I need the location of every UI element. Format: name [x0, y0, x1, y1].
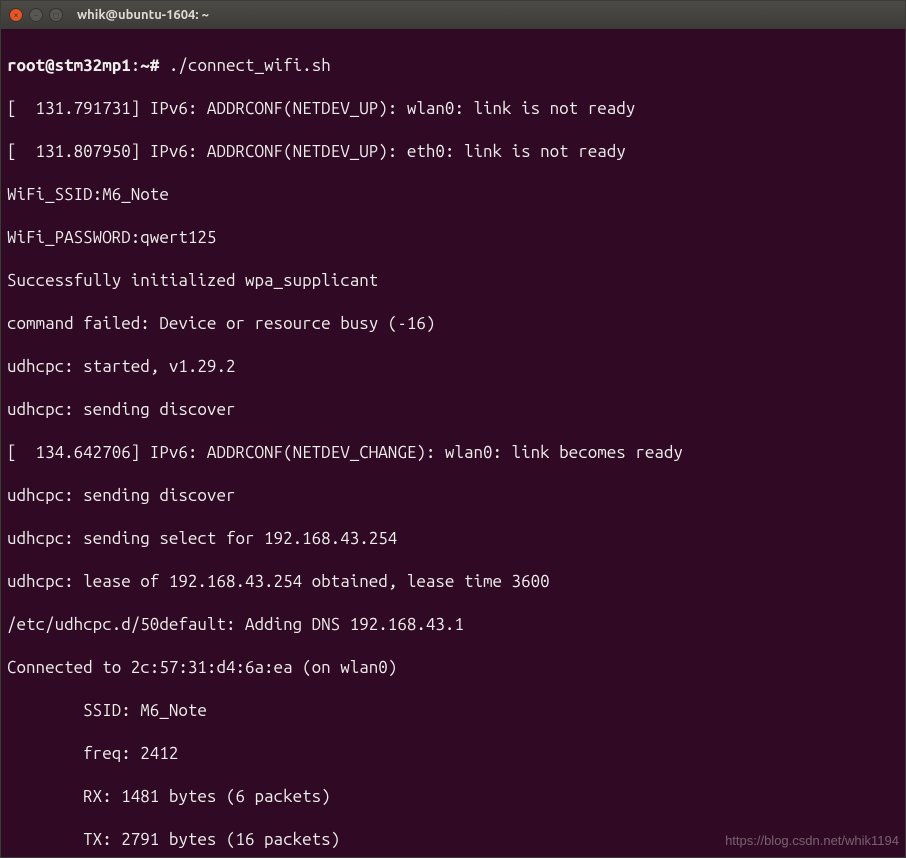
output-line: command failed: Device or resource busy …: [7, 313, 899, 335]
window-title: whik@ubuntu-1604: ~: [77, 8, 209, 22]
minimize-button[interactable]: –: [29, 8, 43, 22]
terminal-window: × – ▢ whik@ubuntu-1604: ~ root@stm32mp1:…: [0, 0, 906, 858]
maximize-button[interactable]: ▢: [49, 8, 63, 22]
output-line: Connected to 2c:57:31:d4:6a:ea (on wlan0…: [7, 657, 899, 679]
output-line: udhcpc: started, v1.29.2: [7, 356, 899, 378]
close-button[interactable]: ×: [9, 8, 23, 22]
output-line: /etc/udhcpc.d/50default: Adding DNS 192.…: [7, 614, 899, 636]
prompt-symbol: #: [150, 56, 160, 75]
output-line: udhcpc: sending discover: [7, 399, 899, 421]
window-buttons: × – ▢: [9, 8, 63, 22]
watermark: https://blog.csdn.net/whik1194: [725, 830, 899, 852]
output-line: WiFi_PASSWORD:qwert125: [7, 227, 899, 249]
output-line: SSID: M6_Note: [7, 700, 899, 722]
titlebar[interactable]: × – ▢ whik@ubuntu-1604: ~: [1, 1, 905, 29]
output-line: RX: 1481 bytes (6 packets): [7, 786, 899, 808]
output-line: [ 131.791731] IPv6: ADDRCONF(NETDEV_UP):…: [7, 98, 899, 120]
output-line: WiFi_SSID:M6_Note: [7, 184, 899, 206]
terminal-body[interactable]: root@stm32mp1:~# ./connect_wifi.sh [ 131…: [1, 29, 905, 857]
output-line: freq: 2412: [7, 743, 899, 765]
prompt-line: root@stm32mp1:~# ./connect_wifi.sh: [7, 55, 899, 77]
command-text: ./connect_wifi.sh: [169, 56, 331, 75]
output-line: [ 134.642706] IPv6: ADDRCONF(NETDEV_CHAN…: [7, 442, 899, 464]
output-line: [ 131.807950] IPv6: ADDRCONF(NETDEV_UP):…: [7, 141, 899, 163]
output-line: Successfully initialized wpa_supplicant: [7, 270, 899, 292]
prompt-user: root@stm32mp1: [7, 56, 131, 75]
output-line: udhcpc: sending discover: [7, 485, 899, 507]
output-line: udhcpc: sending select for 192.168.43.25…: [7, 528, 899, 550]
output-line: udhcpc: lease of 192.168.43.254 obtained…: [7, 571, 899, 593]
prompt-path: ~: [140, 56, 150, 75]
